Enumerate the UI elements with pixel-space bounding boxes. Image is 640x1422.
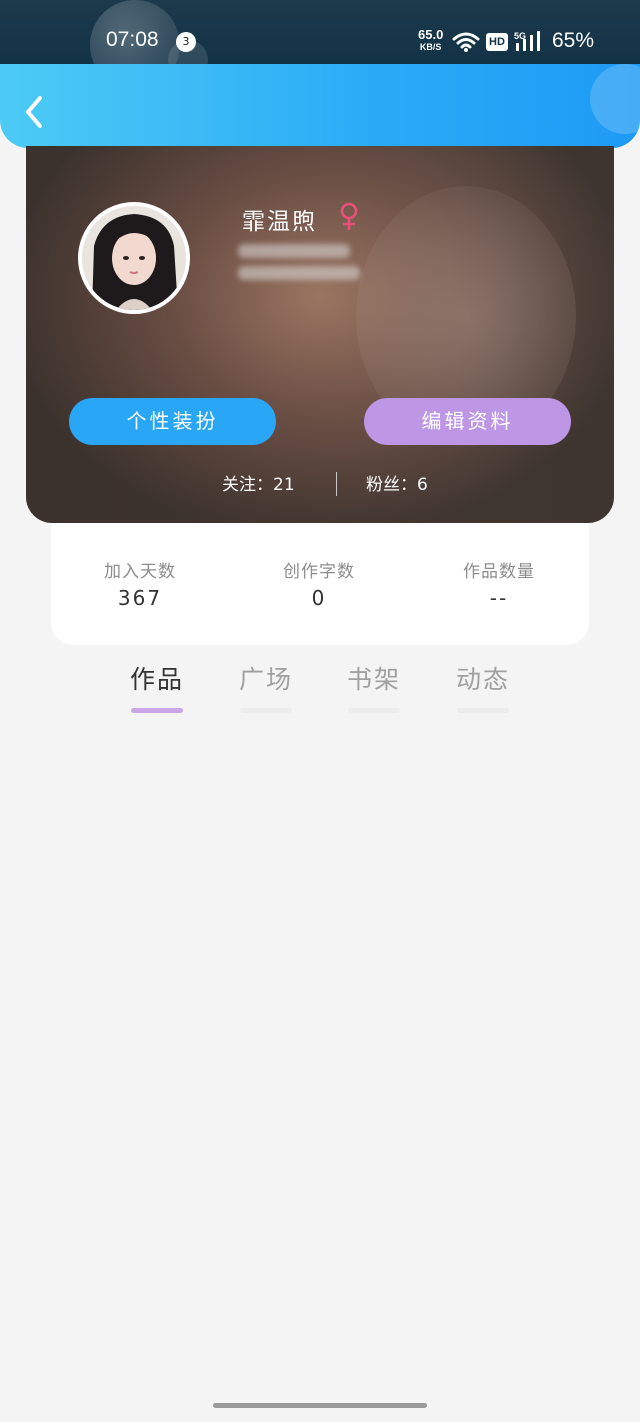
nickname: 霏温煦 bbox=[242, 209, 317, 235]
stat-word-count: 创作字数 0 bbox=[244, 557, 394, 610]
avatar-image bbox=[82, 206, 186, 310]
stat-value: 367 bbox=[117, 586, 163, 610]
status-bar: 07:08 3 65.0 KB/S HD 5G 65% bbox=[0, 0, 640, 90]
tab-label: 广场 bbox=[238, 665, 293, 694]
tab-underline bbox=[240, 708, 292, 713]
tab-underline bbox=[457, 708, 509, 713]
network-speed: 65.0 KB/S bbox=[418, 27, 444, 53]
tab-works[interactable]: 作品 bbox=[127, 660, 187, 713]
follow-stats: 关注：21 粉丝：6 bbox=[26, 470, 614, 498]
tab-feed[interactable]: 动态 bbox=[453, 660, 513, 713]
tab-label: 动态 bbox=[455, 665, 510, 694]
notification-count-badge: 3 bbox=[176, 32, 196, 52]
stats-card: 加入天数 367 创作字数 0 作品数量 -- bbox=[51, 523, 589, 645]
status-time: 07:08 bbox=[106, 28, 159, 51]
profile-tabs: 作品 广场 书架 动态 bbox=[0, 660, 640, 720]
home-indicator[interactable] bbox=[213, 1403, 427, 1408]
stat-join-days: 加入天数 367 bbox=[65, 557, 215, 610]
edit-profile-button[interactable]: 编辑资料 bbox=[364, 398, 571, 445]
tab-bookshelf[interactable]: 书架 bbox=[344, 660, 404, 713]
tab-label: 书架 bbox=[346, 665, 401, 694]
tab-square[interactable]: 广场 bbox=[236, 660, 296, 713]
stat-label: 加入天数 bbox=[104, 562, 176, 582]
follow-divider bbox=[336, 472, 337, 496]
following-count[interactable]: 关注：21 bbox=[222, 470, 295, 495]
stat-value: -- bbox=[489, 586, 509, 610]
top-header bbox=[0, 64, 640, 148]
tab-label: 作品 bbox=[129, 665, 184, 694]
stat-value: 0 bbox=[311, 586, 327, 610]
personal-dress-up-button[interactable]: 个性装扮 bbox=[69, 398, 276, 445]
stat-label: 创作字数 bbox=[283, 562, 355, 582]
network-speed-unit: KB/S bbox=[419, 42, 442, 52]
wifi-icon bbox=[452, 32, 480, 52]
back-button[interactable] bbox=[18, 92, 54, 132]
fans-count[interactable]: 粉丝：6 bbox=[366, 470, 428, 495]
signal-icon: 5G bbox=[514, 31, 540, 51]
network-speed-value: 65.0 bbox=[418, 27, 444, 42]
profile-card: 霏温煦 个性装扮 编辑资料 关注：21 粉丝：6 bbox=[26, 146, 614, 523]
hd-icon: HD bbox=[486, 33, 508, 51]
stat-label: 作品数量 bbox=[463, 562, 535, 582]
female-icon bbox=[340, 202, 358, 230]
avatar[interactable] bbox=[78, 202, 190, 314]
stat-works-count: 作品数量 -- bbox=[424, 557, 574, 610]
decorative-circle bbox=[590, 64, 640, 134]
battery-level: 65% bbox=[552, 29, 595, 52]
tab-underline bbox=[348, 708, 400, 713]
tab-underline bbox=[131, 708, 183, 713]
blurred-user-id bbox=[238, 244, 360, 292]
tab-content-area bbox=[0, 730, 640, 1390]
